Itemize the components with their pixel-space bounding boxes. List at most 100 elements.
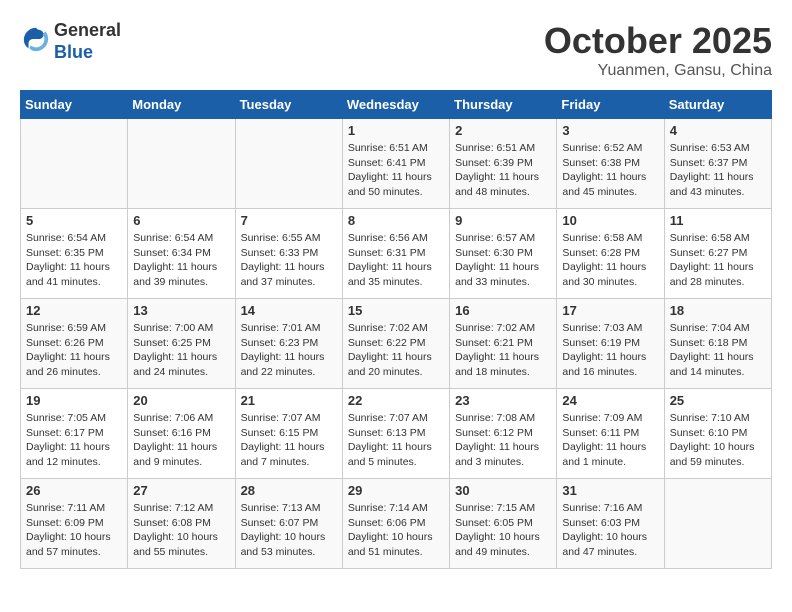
calendar-cell: 12 Sunrise: 6:59 AM Sunset: 6:26 PM Dayli…: [21, 299, 128, 389]
day-info: Sunrise: 6:56 AM Sunset: 6:31 PM Dayligh…: [348, 231, 444, 290]
day-number: 29: [348, 483, 444, 498]
day-number: 21: [241, 393, 337, 408]
calendar-week-row: 5 Sunrise: 6:54 AM Sunset: 6:35 PM Daylig…: [21, 209, 772, 299]
day-number: 27: [133, 483, 229, 498]
calendar-cell: 21 Sunrise: 7:07 AM Sunset: 6:15 PM Dayli…: [235, 389, 342, 479]
day-number: 1: [348, 123, 444, 138]
logo: General Blue: [20, 20, 121, 63]
day-number: 10: [562, 213, 658, 228]
page-header: General Blue October 2025 Yuanmen, Gansu…: [20, 20, 772, 80]
calendar-cell: 13Sunrise: 7:00 AM Sunset: 6:25 PM Dayli…: [128, 299, 235, 389]
day-info: Sunrise: 7:03 AM Sunset: 6:19 PM Dayligh…: [562, 321, 658, 380]
day-number: 19: [26, 393, 122, 408]
day-info: Sunrise: 6:59 AM Sunset: 6:26 PM Dayligh…: [26, 321, 122, 380]
weekday-header-row: SundayMondayTuesdayWednesdayThursdayFrid…: [21, 91, 772, 119]
calendar-cell: 24 Sunrise: 7:09 AM Sunset: 6:11 PM Dayli…: [557, 389, 664, 479]
day-number: 15: [348, 303, 444, 318]
day-number: 2: [455, 123, 551, 138]
day-number: 30: [455, 483, 551, 498]
day-info: Sunrise: 7:11 AM Sunset: 6:09 PM Dayligh…: [26, 501, 122, 560]
day-info: Sunrise: 7:04 AM Sunset: 6:18 PM Dayligh…: [670, 321, 766, 380]
calendar-cell: [235, 119, 342, 209]
day-info: Sunrise: 7:02 AM Sunset: 6:21 PM Dayligh…: [455, 321, 551, 380]
day-number: 20: [133, 393, 229, 408]
day-number: 8: [348, 213, 444, 228]
day-number: 23: [455, 393, 551, 408]
calendar-week-row: 12 Sunrise: 6:59 AM Sunset: 6:26 PM Dayli…: [21, 299, 772, 389]
day-info: Sunrise: 7:06 AM Sunset: 6:16 PM Dayligh…: [133, 411, 229, 470]
calendar-table: SundayMondayTuesdayWednesdayThursdayFrid…: [20, 90, 772, 569]
day-info: Sunrise: 7:02 AM Sunset: 6:22 PM Dayligh…: [348, 321, 444, 380]
day-info: Sunrise: 6:52 AM Sunset: 6:38 PM Dayligh…: [562, 141, 658, 200]
calendar-cell: 8 Sunrise: 6:56 AM Sunset: 6:31 PM Daylig…: [342, 209, 449, 299]
calendar-cell: 10 Sunrise: 6:58 AM Sunset: 6:28 PM Dayli…: [557, 209, 664, 299]
day-info: Sunrise: 7:16 AM Sunset: 6:03 PM Dayligh…: [562, 501, 658, 560]
day-number: 4: [670, 123, 766, 138]
day-number: 9: [455, 213, 551, 228]
day-info: Sunrise: 6:55 AM Sunset: 6:33 PM Dayligh…: [241, 231, 337, 290]
day-info: Sunrise: 7:08 AM Sunset: 6:12 PM Dayligh…: [455, 411, 551, 470]
day-info: Sunrise: 6:54 AM Sunset: 6:34 PM Dayligh…: [133, 231, 229, 290]
logo-icon: [22, 25, 50, 53]
day-info: Sunrise: 7:07 AM Sunset: 6:15 PM Dayligh…: [241, 411, 337, 470]
calendar-cell: 31 Sunrise: 7:16 AM Sunset: 6:03 PM Dayli…: [557, 479, 664, 569]
calendar-cell: 22 Sunrise: 7:07 AM Sunset: 6:13 PM Dayli…: [342, 389, 449, 479]
calendar-cell: 29Sunrise: 7:14 AM Sunset: 6:06 PM Dayli…: [342, 479, 449, 569]
day-number: 18: [670, 303, 766, 318]
day-number: 25: [670, 393, 766, 408]
day-number: 12: [26, 303, 122, 318]
day-info: Sunrise: 6:53 AM Sunset: 6:37 PM Dayligh…: [670, 141, 766, 200]
calendar-week-row: 26 Sunrise: 7:11 AM Sunset: 6:09 PM Dayli…: [21, 479, 772, 569]
calendar-cell: 26 Sunrise: 7:11 AM Sunset: 6:09 PM Dayli…: [21, 479, 128, 569]
calendar-cell: 19Sunrise: 7:05 AM Sunset: 6:17 PM Dayli…: [21, 389, 128, 479]
calendar-cell: 4 Sunrise: 6:53 AM Sunset: 6:37 PM Daylig…: [664, 119, 771, 209]
title-block: October 2025 Yuanmen, Gansu, China: [544, 20, 772, 80]
calendar-cell: 27 Sunrise: 7:12 AM Sunset: 6:08 PM Dayli…: [128, 479, 235, 569]
day-info: Sunrise: 6:51 AM Sunset: 6:39 PM Dayligh…: [455, 141, 551, 200]
day-info: Sunrise: 7:13 AM Sunset: 6:07 PM Dayligh…: [241, 501, 337, 560]
calendar-cell: 1Sunrise: 6:51 AM Sunset: 6:41 PM Daylig…: [342, 119, 449, 209]
weekday-header-saturday: Saturday: [664, 91, 771, 119]
calendar-cell: 2 Sunrise: 6:51 AM Sunset: 6:39 PM Daylig…: [450, 119, 557, 209]
day-info: Sunrise: 7:07 AM Sunset: 6:13 PM Dayligh…: [348, 411, 444, 470]
calendar-cell: 5 Sunrise: 6:54 AM Sunset: 6:35 PM Daylig…: [21, 209, 128, 299]
location: Yuanmen, Gansu, China: [544, 62, 772, 80]
day-number: 22: [348, 393, 444, 408]
day-number: 7: [241, 213, 337, 228]
day-number: 24: [562, 393, 658, 408]
calendar-week-row: 19Sunrise: 7:05 AM Sunset: 6:17 PM Dayli…: [21, 389, 772, 479]
calendar-cell: 16 Sunrise: 7:02 AM Sunset: 6:21 PM Dayli…: [450, 299, 557, 389]
day-number: 14: [241, 303, 337, 318]
weekday-header-sunday: Sunday: [21, 91, 128, 119]
weekday-header-tuesday: Tuesday: [235, 91, 342, 119]
day-info: Sunrise: 6:58 AM Sunset: 6:28 PM Dayligh…: [562, 231, 658, 290]
logo-blue-text: Blue: [54, 42, 93, 62]
day-number: 31: [562, 483, 658, 498]
calendar-cell: 3Sunrise: 6:52 AM Sunset: 6:38 PM Daylig…: [557, 119, 664, 209]
calendar-cell: [128, 119, 235, 209]
calendar-cell: 11Sunrise: 6:58 AM Sunset: 6:27 PM Dayli…: [664, 209, 771, 299]
day-number: 17: [562, 303, 658, 318]
calendar-cell: [664, 479, 771, 569]
day-info: Sunrise: 7:12 AM Sunset: 6:08 PM Dayligh…: [133, 501, 229, 560]
calendar-cell: 14 Sunrise: 7:01 AM Sunset: 6:23 PM Dayli…: [235, 299, 342, 389]
day-number: 5: [26, 213, 122, 228]
day-info: Sunrise: 7:09 AM Sunset: 6:11 PM Dayligh…: [562, 411, 658, 470]
weekday-header-wednesday: Wednesday: [342, 91, 449, 119]
day-number: 16: [455, 303, 551, 318]
calendar-cell: 6 Sunrise: 6:54 AM Sunset: 6:34 PM Daylig…: [128, 209, 235, 299]
calendar-cell: 30Sunrise: 7:15 AM Sunset: 6:05 PM Dayli…: [450, 479, 557, 569]
month-title: October 2025: [544, 20, 772, 62]
weekday-header-thursday: Thursday: [450, 91, 557, 119]
calendar-cell: 9Sunrise: 6:57 AM Sunset: 6:30 PM Daylig…: [450, 209, 557, 299]
day-info: Sunrise: 7:01 AM Sunset: 6:23 PM Dayligh…: [241, 321, 337, 380]
day-info: Sunrise: 7:10 AM Sunset: 6:10 PM Dayligh…: [670, 411, 766, 470]
day-info: Sunrise: 6:54 AM Sunset: 6:35 PM Dayligh…: [26, 231, 122, 290]
calendar-cell: 18 Sunrise: 7:04 AM Sunset: 6:18 PM Dayli…: [664, 299, 771, 389]
day-info: Sunrise: 6:58 AM Sunset: 6:27 PM Dayligh…: [670, 231, 766, 290]
calendar-cell: [21, 119, 128, 209]
day-info: Sunrise: 7:00 AM Sunset: 6:25 PM Dayligh…: [133, 321, 229, 380]
calendar-cell: 17 Sunrise: 7:03 AM Sunset: 6:19 PM Dayli…: [557, 299, 664, 389]
day-number: 26: [26, 483, 122, 498]
day-number: 6: [133, 213, 229, 228]
